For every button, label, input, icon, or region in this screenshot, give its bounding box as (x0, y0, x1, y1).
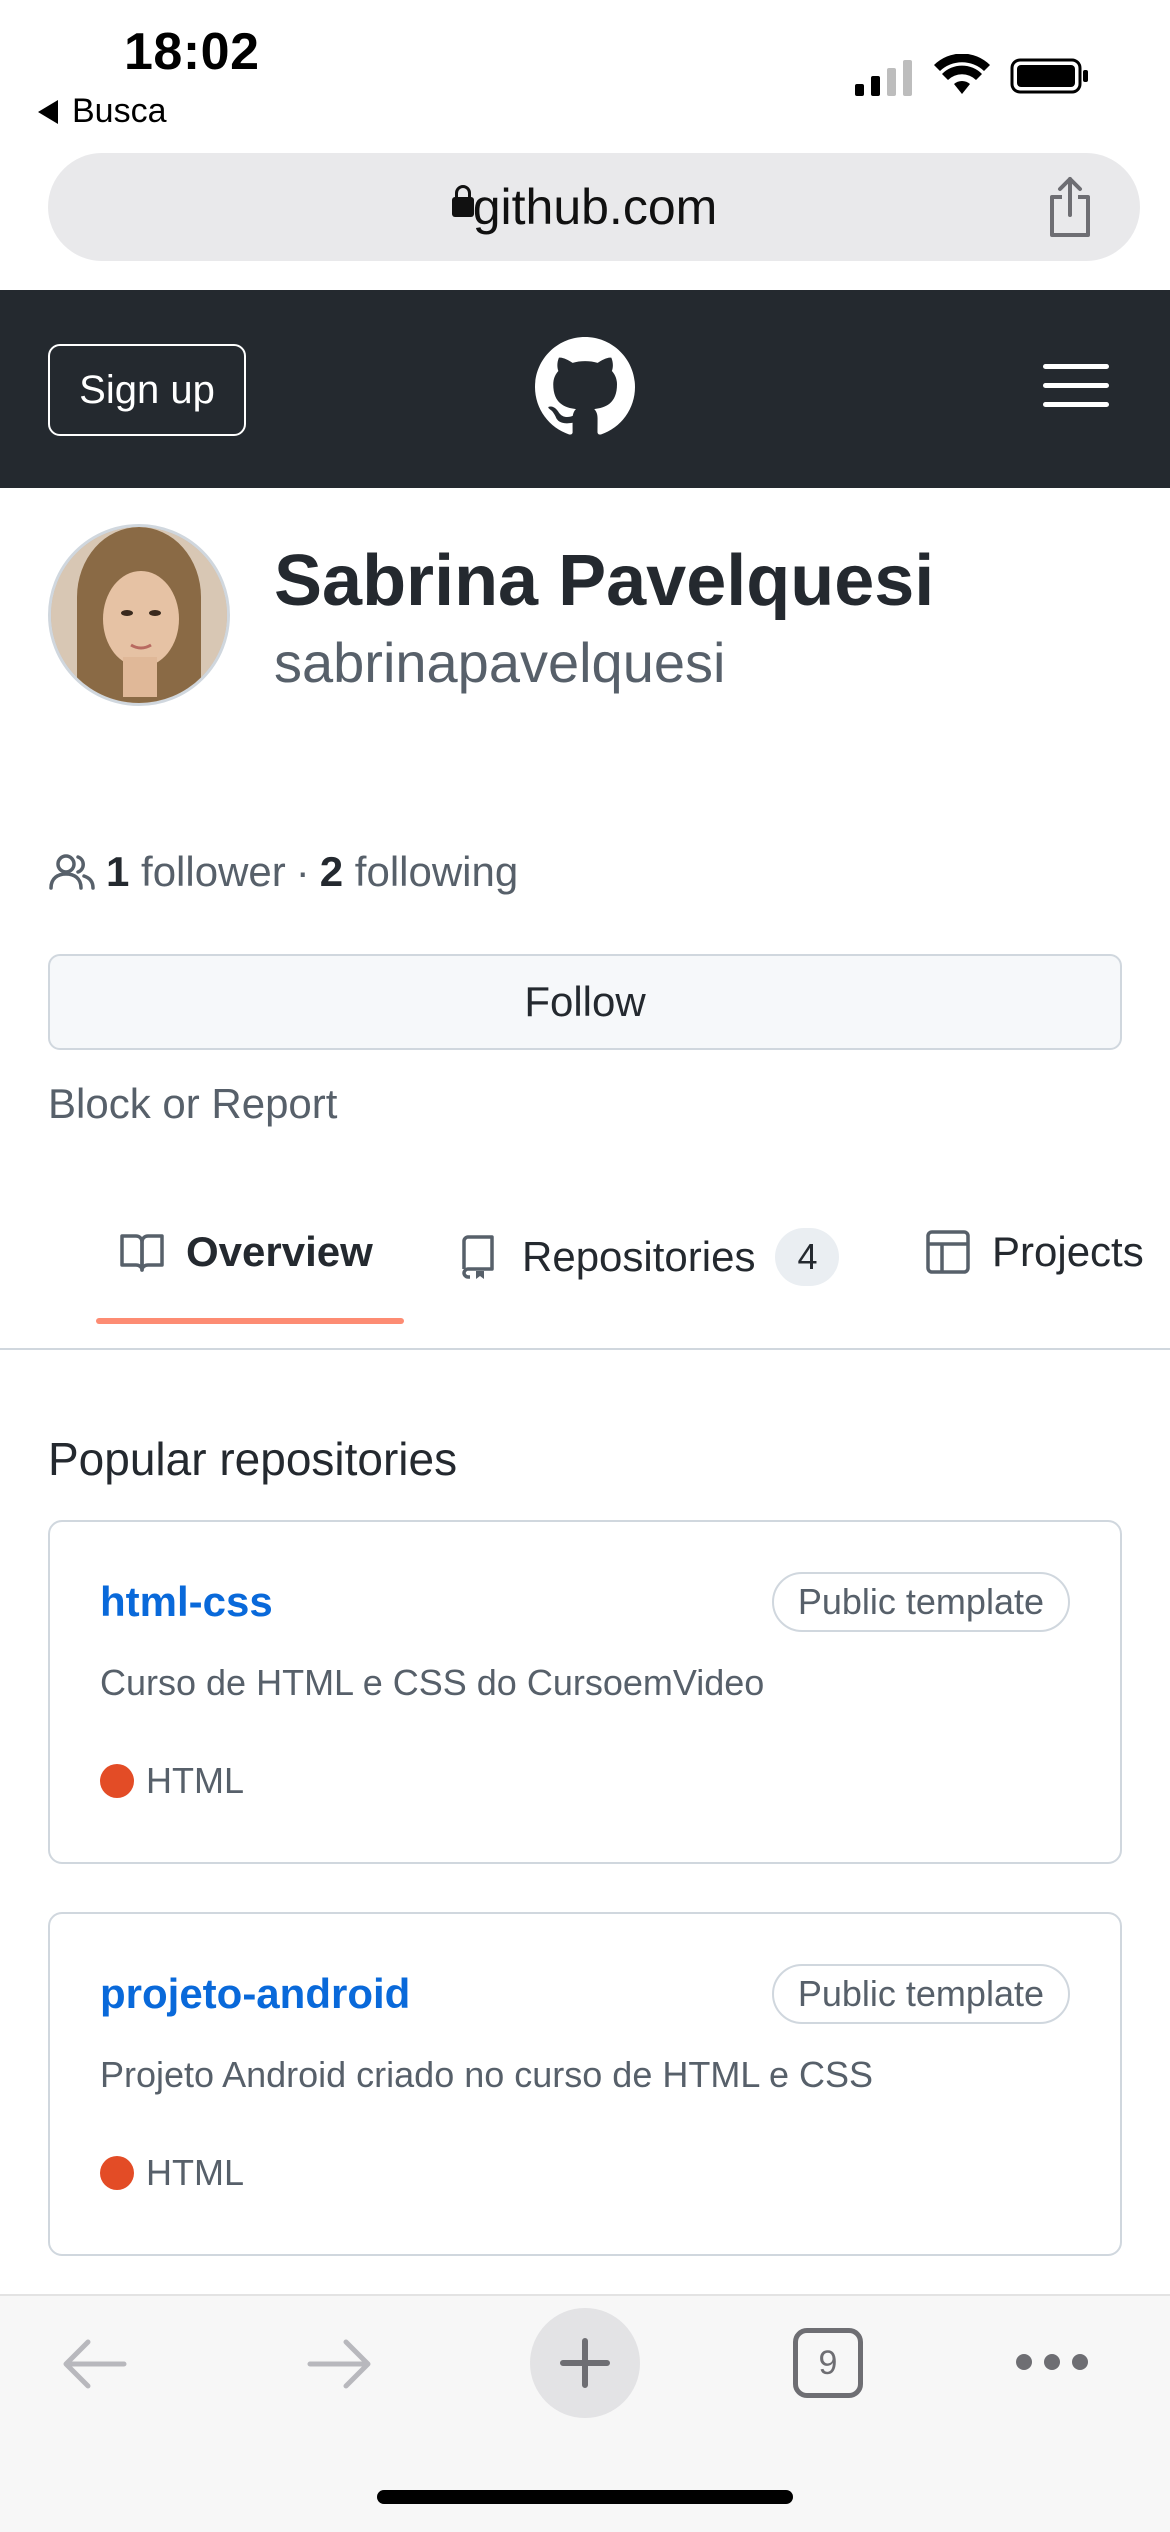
repo-language-label: HTML (146, 2152, 244, 2193)
new-tab-button[interactable] (530, 2308, 640, 2418)
repo-language: HTML (100, 2152, 244, 2194)
wifi-icon (934, 54, 990, 94)
table-icon (926, 1230, 970, 1274)
repo-card: html-css Public template Curso de HTML e… (48, 1520, 1122, 1864)
popular-repositories-heading: Popular repositories (48, 1433, 458, 1485)
github-logo-icon[interactable] (535, 337, 635, 437)
repo-name-link[interactable]: projeto-android (100, 1970, 410, 2018)
following-link[interactable]: 2 following (320, 848, 518, 896)
block-or-report-link[interactable]: Block or Report (48, 1080, 337, 1128)
repo-description: Curso de HTML e CSS do CursoemVideo (100, 1662, 765, 1703)
avatar-photo (51, 527, 227, 703)
menu-hamburger-icon[interactable] (1043, 362, 1109, 410)
selected-tab-underline (96, 1318, 404, 1324)
repo-name-link[interactable]: html-css (100, 1578, 273, 1626)
status-time: 18:02 (124, 23, 260, 81)
profile-display-name: Sabrina Pavelquesi (274, 541, 935, 621)
language-color-dot (100, 2156, 134, 2190)
repo-card: projeto-android Public template Projeto … (48, 1912, 1122, 2256)
back-arrow-icon[interactable] (58, 2334, 130, 2394)
more-options-icon[interactable] (1014, 2352, 1090, 2372)
people-icon (49, 854, 95, 890)
follow-button[interactable]: Follow (48, 954, 1122, 1050)
share-icon[interactable] (1042, 175, 1098, 239)
plus-icon (560, 2338, 610, 2388)
tab-repositories-label: Repositories (522, 1233, 756, 1280)
repo-icon (462, 1235, 494, 1279)
tab-projects[interactable]: Projects (924, 1228, 1144, 1276)
url-text[interactable]: github.com (0, 178, 1170, 236)
repo-description: Projeto Android criado no curso de HTML … (100, 2054, 874, 2095)
book-icon (120, 1234, 164, 1272)
back-triangle-icon (38, 99, 58, 124)
tab-repositories[interactable]: Repositories 4 (454, 1228, 840, 1286)
cellular-signal-icon (855, 58, 912, 96)
back-to-app-link[interactable]: Busca (38, 92, 167, 131)
separator-dot: · (295, 848, 310, 895)
tab-overview-label: Overview (186, 1228, 373, 1275)
language-color-dot (100, 1764, 134, 1798)
tab-projects-label: Projects (992, 1228, 1144, 1275)
tab-overview[interactable]: Overview (118, 1228, 373, 1276)
back-app-label: Busca (72, 92, 167, 130)
avatar[interactable] (48, 524, 230, 706)
profile-username: sabrinapavelquesi (274, 631, 726, 694)
sign-up-button[interactable]: Sign up (48, 344, 246, 436)
repositories-counter: 4 (775, 1228, 840, 1286)
tabs-count-button[interactable]: 9 (793, 2328, 863, 2398)
repo-language: HTML (100, 1760, 244, 1802)
repo-language-label: HTML (146, 1760, 244, 1801)
followers-link[interactable]: 1 follower (106, 848, 286, 896)
forward-arrow-icon[interactable] (304, 2334, 376, 2394)
home-indicator (377, 2490, 793, 2504)
repo-visibility-badge: Public template (771, 1572, 1070, 1632)
repo-visibility-badge: Public template (771, 1964, 1070, 2024)
followers-row: 1 follower · 2 following (48, 848, 518, 896)
battery-icon (1010, 58, 1088, 94)
tabs-divider (0, 1348, 1170, 1350)
